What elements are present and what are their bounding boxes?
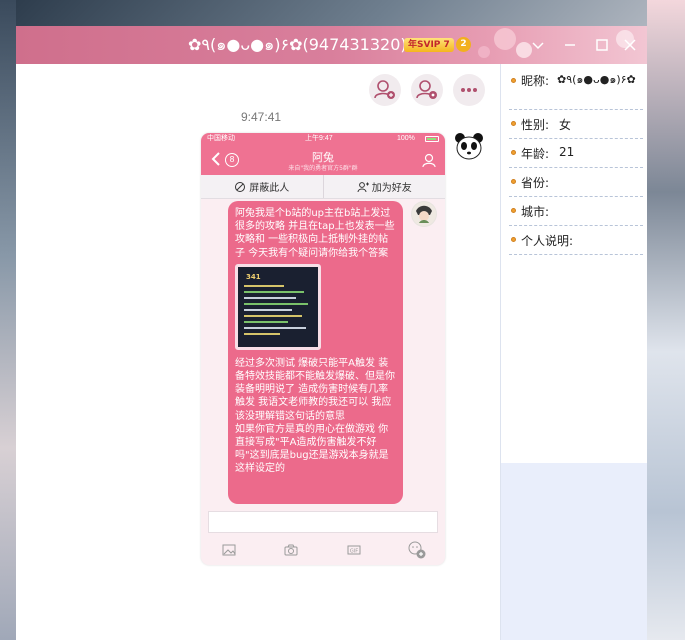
add-friend-action: 加为好友	[324, 175, 446, 198]
chevron-down-icon[interactable]	[528, 35, 548, 55]
profile-icon	[422, 153, 436, 168]
svip-badge[interactable]: 年SVIP 7	[404, 38, 454, 52]
gender-label: 性别:	[521, 118, 550, 132]
more-icon	[461, 88, 477, 92]
phone-message-input	[208, 511, 438, 533]
message-text-part1: 阿兔我是个b站的up主在b站上发过很多的攻略 并且在tap上也发表一些攻略和 一…	[235, 208, 395, 259]
profile-bio-row: 个人说明:	[509, 226, 643, 255]
profile-nickname-row: 昵称: ✿٩(๑●ᴗ●๑)۶✿	[509, 70, 643, 110]
chat-window: ✿٩(๑●ᴗ●๑)۶✿(947431320) 年SVIP 7 2 9:47:41…	[16, 26, 647, 640]
character-avatar-icon	[412, 202, 436, 226]
game-stat-value: 341	[246, 272, 261, 281]
battery-icon	[425, 136, 439, 142]
blossom-decoration	[494, 28, 516, 50]
image-icon	[222, 544, 236, 556]
city-label: 城市:	[521, 205, 550, 219]
maximize-icon[interactable]	[592, 35, 612, 55]
phone-chat-subtitle: 来自"我的勇者官方5群"群	[288, 165, 358, 172]
nickname-value: ✿٩(๑●ᴗ●๑)۶✿	[557, 73, 636, 86]
title-bar[interactable]: ✿٩(๑●ᴗ●๑)۶✿(947431320) 年SVIP 7 2	[16, 26, 647, 64]
age-label: 年龄:	[521, 147, 550, 161]
window-title: ✿٩(๑●ᴗ●๑)۶✿(947431320)	[188, 35, 407, 54]
profile-city-row: 城市:	[509, 197, 643, 226]
user-settings-icon	[416, 80, 437, 99]
svg-text:GIF: GIF	[350, 549, 358, 555]
panda-icon	[455, 133, 483, 160]
avatar[interactable]	[453, 130, 485, 162]
phone-time: 上午9:47	[305, 135, 333, 142]
user-settings-button[interactable]	[411, 74, 443, 106]
add-friend-label: 加为好友	[371, 183, 412, 194]
profile-age-row: 年龄: 21	[509, 139, 643, 168]
add-friend-icon	[357, 181, 369, 192]
phone-action-bar: 屏蔽此人 加为好友	[201, 175, 445, 199]
phone-nav-bar: 8 阿兔 来自"我的勇者官方5群"群	[201, 145, 445, 175]
camera-icon	[284, 544, 298, 556]
add-contact-button[interactable]	[369, 74, 401, 106]
profile-gender-row: 性别: 女	[509, 110, 643, 139]
sender-avatar	[411, 201, 437, 227]
game-screenshot-thumbnail: 341	[235, 263, 321, 350]
phone-battery-level: 100%	[397, 135, 415, 142]
phone-status-bar: 中国移动 上午9:47 100%	[201, 133, 445, 145]
block-user-label: 屏蔽此人	[249, 183, 290, 194]
more-options-button[interactable]	[453, 74, 485, 106]
nickname-label: 昵称:	[521, 74, 550, 88]
chat-image-screenshot[interactable]: 中国移动 上午9:47 100% 8 阿兔 来自"我的勇者官方5群"群 屏蔽此人…	[201, 133, 445, 565]
message-bubble: 阿兔我是个b站的up主在b站上发过很多的攻略 并且在tap上也发表一些攻略和 一…	[228, 201, 403, 504]
close-icon[interactable]	[620, 35, 640, 55]
block-user-action: 屏蔽此人	[201, 175, 324, 198]
message-timestamp: 9:47:41	[241, 110, 282, 124]
bio-label: 个人说明:	[521, 234, 574, 248]
phone-carrier: 中国移动	[207, 135, 235, 142]
gender-value: 女	[559, 118, 572, 132]
profile-province-row: 省份:	[509, 168, 643, 197]
minimize-icon[interactable]	[560, 35, 580, 55]
message-text-part2: 经过多次测试 爆破只能平A触发 装备特效技能都不能触发爆破、但是你装备明明说了 …	[235, 357, 395, 475]
phone-input-toolbar: GIF	[201, 539, 445, 561]
block-icon	[235, 181, 246, 192]
age-value: 21	[559, 145, 575, 159]
emoji-icon	[408, 541, 426, 559]
desktop-background-left	[0, 0, 16, 640]
level-badge[interactable]: 2	[456, 37, 471, 52]
province-label: 省份:	[521, 176, 550, 190]
add-contact-icon	[374, 80, 395, 99]
blossom-decoration	[478, 46, 490, 58]
profile-panel: 昵称: ✿٩(๑●ᴗ●๑)۶✿ 性别: 女 年龄: 21 省份: 城市: 个人说…	[500, 64, 647, 640]
desktop-background-right	[647, 0, 685, 640]
gif-icon: GIF	[347, 545, 361, 555]
